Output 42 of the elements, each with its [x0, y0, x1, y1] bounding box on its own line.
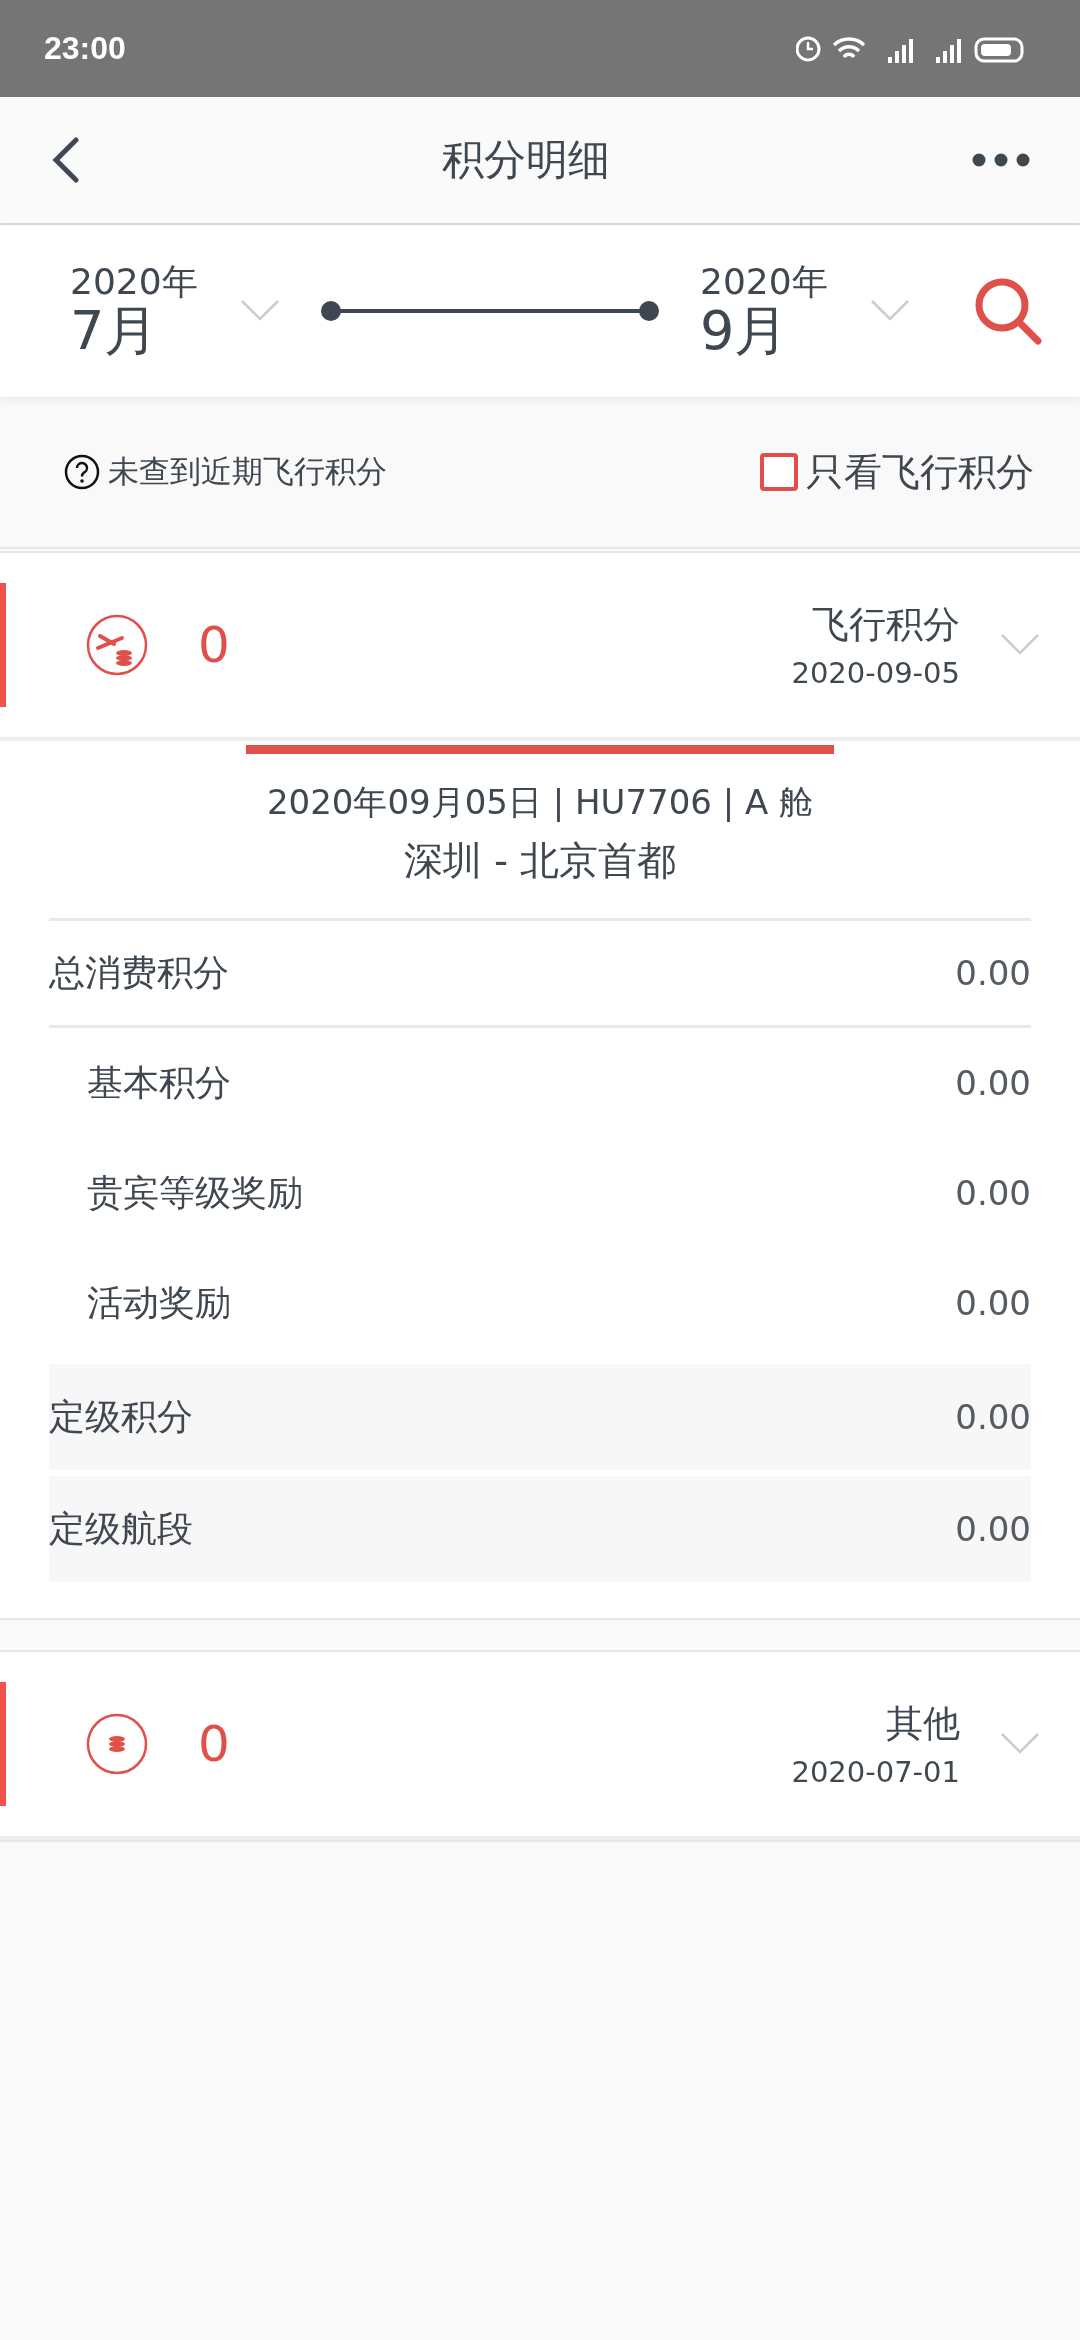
record-date: 2020-07-01 — [791, 1755, 960, 1789]
row-label: 基本积分 — [87, 1060, 231, 1105]
row-value: 0.00 — [955, 1509, 1031, 1549]
row-label: 贵宾等级奖励 — [87, 1170, 303, 1215]
year-label[interactable]: 2020年 — [700, 261, 828, 302]
coins-icon — [86, 1713, 148, 1775]
signal-icon — [888, 38, 913, 63]
points-value: 0 — [198, 616, 231, 674]
row-value: 0.00 — [955, 953, 1031, 993]
wifi-icon — [832, 36, 866, 59]
year-label[interactable]: 2020年 — [70, 261, 198, 302]
checkbox[interactable] — [760, 453, 798, 491]
row-value: 0.00 — [955, 1173, 1031, 1213]
back-icon[interactable] — [50, 137, 80, 183]
record-date: 2020-09-05 — [791, 656, 960, 690]
record-type: 其他 — [886, 1701, 960, 1747]
month-label[interactable]: 7月 — [70, 301, 198, 361]
record-card[interactable]: 0 飞行积分 2020-09-05 2020年09月05日 | HU7706 | A 舱 深圳 - 北京首都 总消费积分 0.00 基本积分 0.00 贵宾等级奖励 0.00 活动奖励 0.00 定级积分 0.00 定级航段 0.00 — [0, 551, 1080, 1620]
row-value: 0.00 — [955, 1283, 1031, 1323]
row-label: 定级积分 — [49, 1394, 193, 1439]
flight-info: 2020年09月05日 | HU7706 | A 舱 — [265, 781, 815, 824]
page-title: 积分明细 — [442, 134, 610, 186]
row-label: 定级航段 — [49, 1506, 193, 1551]
month-label[interactable]: 9月 — [700, 301, 828, 361]
row-label: 活动奖励 — [87, 1280, 231, 1325]
points-value: 0 — [198, 1715, 231, 1773]
row-value: 0.00 — [955, 1063, 1031, 1103]
row-label: 总消费积分 — [49, 950, 229, 995]
plane-coins-icon — [86, 614, 148, 676]
signal-icon — [936, 38, 961, 63]
more-icon[interactable] — [972, 153, 1030, 167]
flight-route: 深圳 - 北京首都 — [402, 837, 678, 885]
notice-text: 未查到近期飞行积分 — [108, 452, 387, 491]
record-card[interactable]: 0 其他 2020-07-01 — [0, 1650, 1080, 1842]
alarm-icon — [796, 36, 821, 61]
checkbox-label[interactable]: 只看飞行积分 — [806, 446, 1034, 498]
row-value: 0.00 — [955, 1397, 1031, 1437]
battery-icon — [974, 37, 1024, 62]
record-type: 飞行积分 — [812, 602, 960, 648]
range-line-icon — [320, 299, 660, 323]
help-icon[interactable] — [64, 454, 100, 490]
status-time: 23:00 — [44, 30, 126, 67]
